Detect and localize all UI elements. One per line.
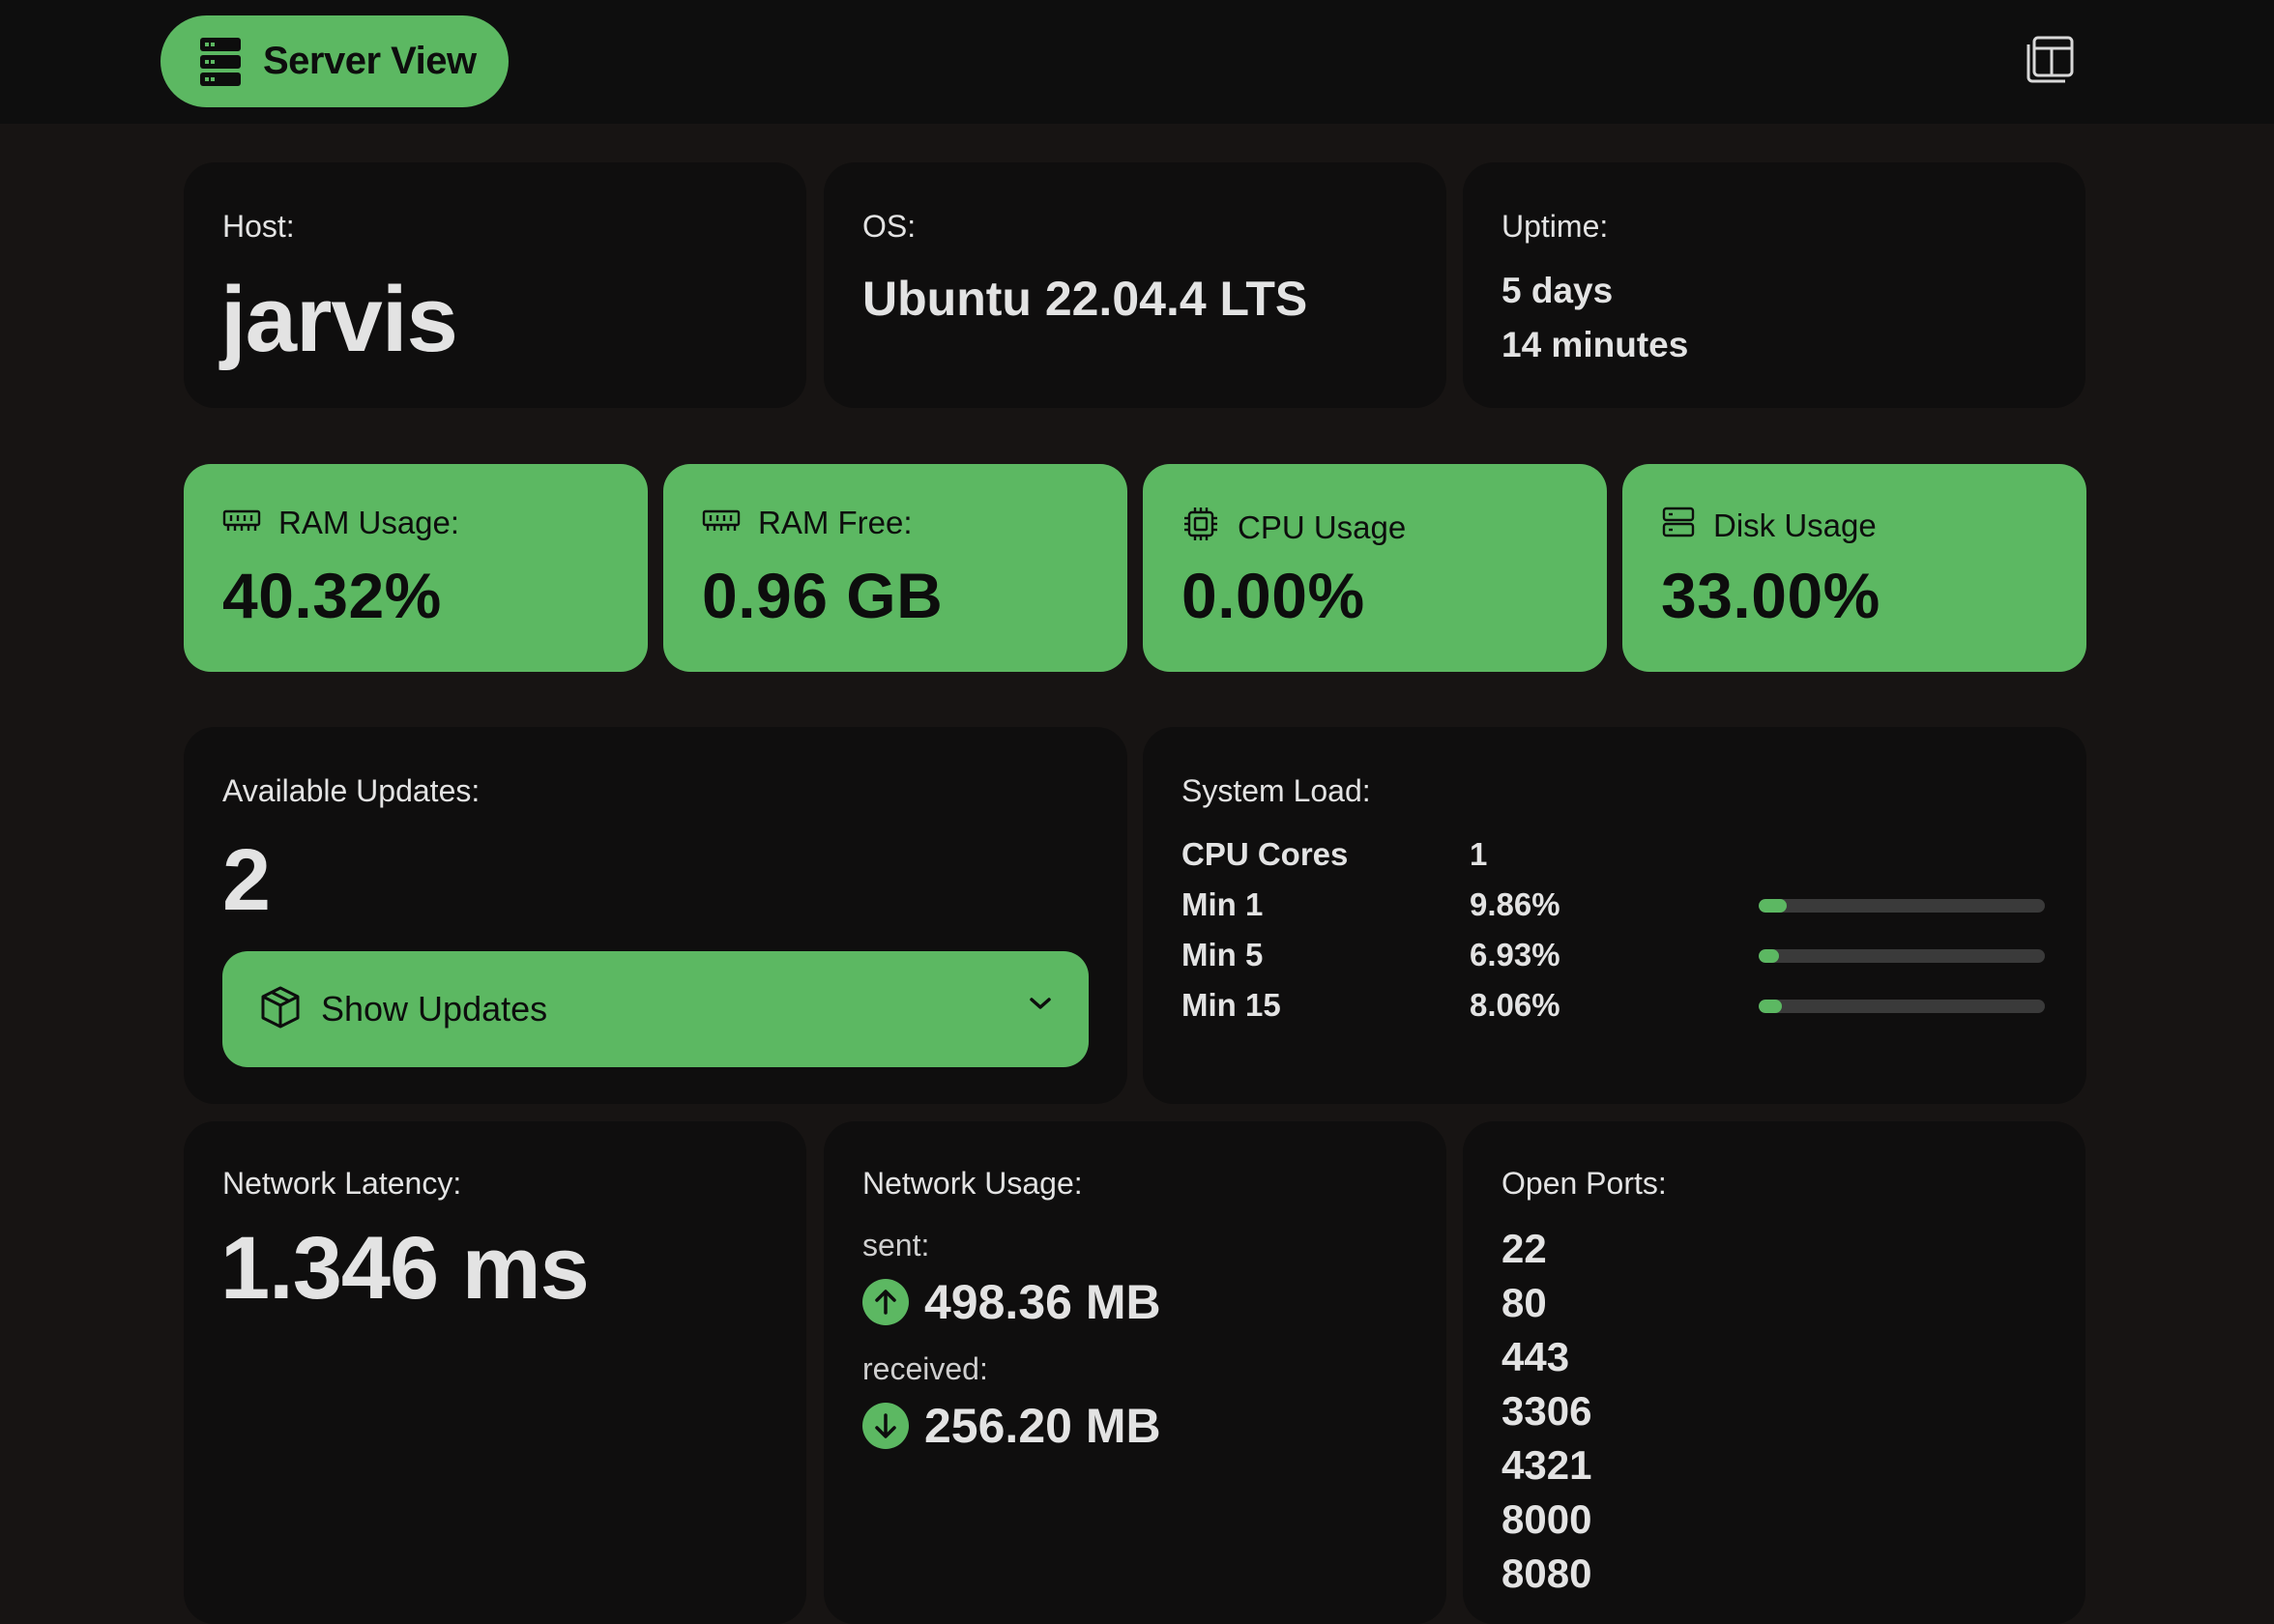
server-icon <box>199 37 242 87</box>
host-label: Host: <box>222 209 295 244</box>
updates-count: 2 <box>222 832 272 929</box>
port-item: 80 <box>1501 1280 1547 1325</box>
received-label: received: <box>862 1351 988 1386</box>
brand-label: Server View <box>263 40 477 82</box>
received-row: 256.20 MB <box>862 1398 1161 1454</box>
chevron-down-icon <box>1027 994 1054 1018</box>
network-usage-card: Network Usage: sent: 498.36 MB received:… <box>824 1121 1446 1624</box>
updates-card: Available Updates: 2 Show Updates <box>184 727 1127 1104</box>
show-updates-button[interactable]: Show Updates <box>222 951 1089 1067</box>
ram-free-card: RAM Free: 0.96 GB <box>663 464 1127 672</box>
load-min15-value: 8.06% <box>1470 987 1560 1023</box>
port-item: 443 <box>1501 1334 1570 1379</box>
load-min5-label: Min 5 <box>1181 937 1264 972</box>
load-min1-value: 9.86% <box>1470 886 1560 922</box>
os-value: Ubuntu 22.04.4 LTS <box>862 272 1308 326</box>
arrow-up-icon <box>862 1279 909 1325</box>
sent-value: 498.36 MB <box>924 1275 1161 1329</box>
updates-label: Available Updates: <box>222 773 481 808</box>
arrow-down-icon <box>862 1403 909 1449</box>
load-min5-value: 6.93% <box>1470 937 1560 972</box>
system-load-label: System Load: <box>1181 773 1371 808</box>
uptime-card: Uptime: 5 days 14 minutes <box>1463 162 2085 408</box>
cpu-usage-value: 0.00% <box>1181 560 1365 631</box>
latency-value: 1.346 ms <box>220 1219 590 1318</box>
load-min5-bar <box>1759 949 2045 963</box>
latency-label: Network Latency: <box>222 1166 462 1201</box>
memory-icon <box>702 505 758 541</box>
uptime-minutes: 14 minutes <box>1501 325 1689 364</box>
cpu-cores-value: 1 <box>1470 836 1488 872</box>
load-min15-bar <box>1759 1000 2045 1013</box>
disk-usage-label: Disk Usage <box>1713 508 1877 543</box>
cpu-icon <box>1181 505 1238 551</box>
cpu-usage-card: CPU Usage 0.00% <box>1143 464 1607 672</box>
host-card: Host: jarvis <box>184 162 806 408</box>
load-min1-bar <box>1759 899 2045 913</box>
open-ports-card: Open Ports: 22 80 443 3306 4321 8000 808… <box>1463 1121 2085 1624</box>
network-usage-label: Network Usage: <box>862 1166 1083 1201</box>
port-item: 3306 <box>1501 1388 1592 1434</box>
uptime-label: Uptime: <box>1501 209 1609 244</box>
cpu-cores-label: CPU Cores <box>1181 836 1349 872</box>
ram-usage-label: RAM Usage: <box>278 505 460 540</box>
disk-icon <box>1661 505 1713 547</box>
port-item: 8080 <box>1501 1551 1592 1596</box>
sent-label: sent: <box>862 1228 930 1262</box>
server-view-button[interactable]: Server View <box>160 15 509 107</box>
host-value: jarvis <box>220 268 458 371</box>
disk-usage-card: Disk Usage 33.00% <box>1622 464 2086 672</box>
windows-icon <box>2025 35 2075 90</box>
top-bar: Server View <box>0 0 2274 124</box>
ram-free-label: RAM Free: <box>758 505 913 540</box>
uptime-days: 5 days <box>1501 271 1614 310</box>
cpu-usage-label: CPU Usage <box>1238 509 1407 545</box>
port-item: 22 <box>1501 1226 1547 1271</box>
sent-row: 498.36 MB <box>862 1274 1161 1330</box>
os-label: OS: <box>862 209 917 244</box>
windows-button[interactable] <box>2023 35 2077 89</box>
show-updates-label: Show Updates <box>321 989 548 1029</box>
open-ports-label: Open Ports: <box>1501 1166 1667 1201</box>
ram-usage-card: RAM Usage: 40.32% <box>184 464 648 672</box>
latency-card: Network Latency: 1.346 ms <box>184 1121 806 1624</box>
package-icon <box>259 985 302 1034</box>
port-item: 4321 <box>1501 1442 1592 1488</box>
memory-icon <box>222 505 278 541</box>
system-load-card: System Load: CPU Cores 1 Min 1 9.86% Min… <box>1143 727 2086 1104</box>
ram-free-value: 0.96 GB <box>702 560 944 631</box>
os-card: OS: Ubuntu 22.04.4 LTS <box>824 162 1446 408</box>
port-item: 8000 <box>1501 1496 1592 1542</box>
ram-usage-value: 40.32% <box>222 560 442 631</box>
received-value: 256.20 MB <box>924 1399 1161 1453</box>
disk-usage-value: 33.00% <box>1661 560 1880 631</box>
load-min15-label: Min 15 <box>1181 987 1281 1023</box>
load-min1-label: Min 1 <box>1181 886 1264 922</box>
